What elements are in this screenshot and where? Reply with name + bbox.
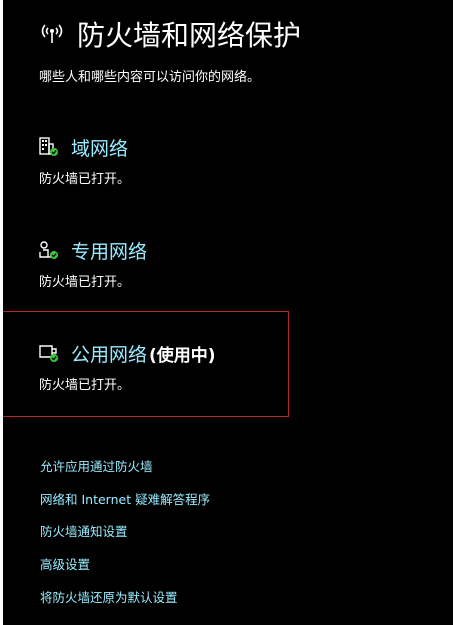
firewall-notification-settings-link[interactable]: 防火墙通知设置 bbox=[40, 521, 128, 540]
domain-network-link[interactable]: 域网络 bbox=[71, 134, 128, 161]
firewall-panel: 防火墙和网络保护 哪些人和哪些内容可以访问你的网络。 域网络 防火墙已打开。 专… bbox=[3, 0, 453, 625]
wifi-signal-icon bbox=[41, 24, 63, 43]
public-network-status: 防火墙已打开。 bbox=[39, 378, 131, 393]
domain-network-icon bbox=[39, 137, 58, 156]
public-network-icon bbox=[39, 345, 58, 362]
page-title: 防火墙和网络保护 bbox=[77, 19, 302, 52]
public-network-link[interactable]: 公用网络 (使用中) bbox=[71, 340, 216, 367]
advanced-settings-link[interactable]: 高级设置 bbox=[40, 554, 90, 573]
private-network-status: 防火墙已打开。 bbox=[39, 275, 131, 290]
restore-firewall-defaults-link[interactable]: 将防火墙还原为默认设置 bbox=[40, 587, 178, 606]
network-troubleshooter-link[interactable]: 网络和 Internet 疑难解答程序 bbox=[40, 489, 210, 508]
public-network-label: 公用网络 bbox=[71, 344, 148, 366]
in-use-badge: (使用中) bbox=[149, 346, 216, 366]
private-network-icon bbox=[39, 241, 58, 259]
private-network-link[interactable]: 专用网络 bbox=[71, 237, 147, 264]
private-network-label: 专用网络 bbox=[71, 241, 148, 263]
domain-network-status: 防火墙已打开。 bbox=[39, 172, 131, 187]
page-subtitle: 哪些人和哪些内容可以访问你的网络。 bbox=[39, 70, 261, 85]
allow-app-through-firewall-link[interactable]: 允许应用通过防火墙 bbox=[40, 456, 153, 475]
domain-network-label: 域网络 bbox=[71, 138, 129, 160]
